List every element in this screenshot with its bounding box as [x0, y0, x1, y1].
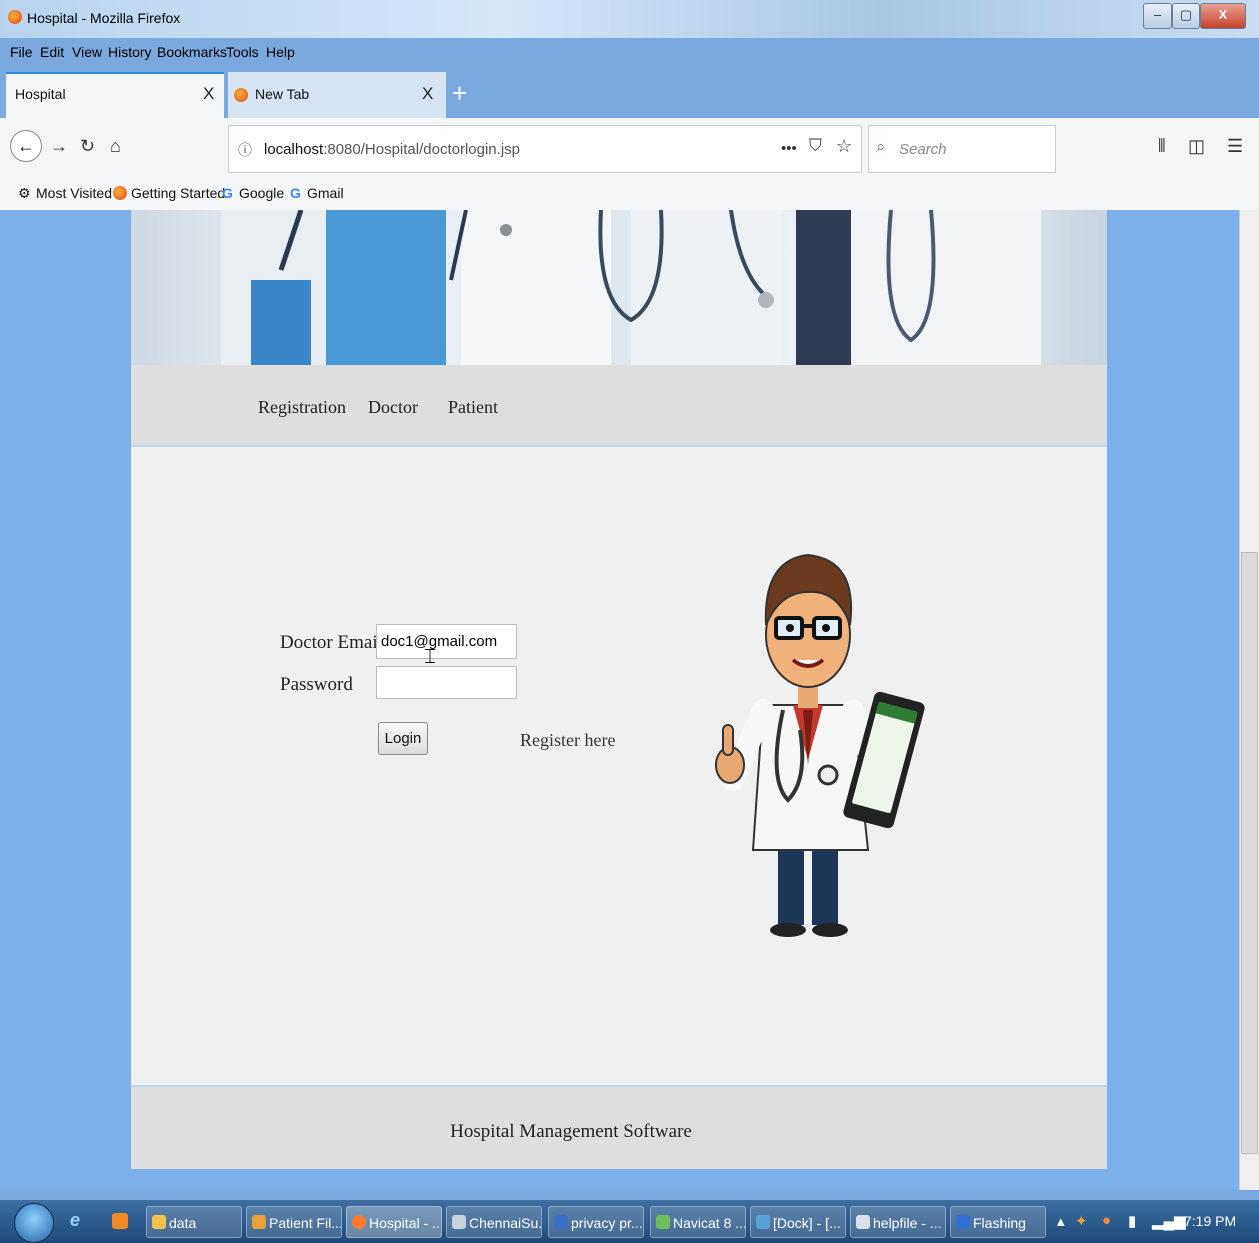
bookmark-star-icon[interactable]: ☆ — [836, 136, 852, 157]
nav-registration-link[interactable]: Registration — [258, 397, 346, 418]
tab-hospital-close-icon[interactable]: X — [203, 84, 214, 104]
register-link[interactable]: Register here — [520, 730, 615, 751]
firefox-icon — [113, 186, 127, 200]
doctors-banner-illustration — [221, 210, 1041, 365]
password-label: Password — [280, 674, 353, 695]
email-label: Doctor Email — [280, 632, 383, 653]
nav-patient-link[interactable]: Patient — [448, 397, 498, 418]
taskbar-item-chennai[interactable]: ChennaiSu... — [446, 1206, 542, 1238]
tray-firefox-icon[interactable]: ● — [1102, 1212, 1111, 1229]
email-field[interactable] — [376, 624, 517, 659]
close-window-button[interactable]: X — [1200, 3, 1246, 29]
taskbar-item-navicat[interactable]: Navicat 8 ... — [650, 1206, 746, 1238]
taskbar-item-privacy[interactable]: privacy pr... — [548, 1206, 644, 1238]
page-actions-icon[interactable]: ••• — [781, 140, 797, 157]
bookmark-google[interactable]: Google — [239, 185, 284, 201]
menu-view[interactable]: View — [72, 44, 102, 60]
taskbar-item-data[interactable]: data — [146, 1206, 242, 1238]
google-icon: G — [222, 185, 233, 201]
url-text[interactable]: localhost:8080/Hospital/doctorlogin.jsp — [264, 141, 520, 158]
bookmark-getting-started[interactable]: Getting Started — [131, 185, 225, 201]
menu-edit[interactable]: Edit — [40, 44, 64, 60]
menu-tools[interactable]: Tools — [226, 44, 259, 60]
tab-hospital-label: Hospital — [15, 86, 66, 102]
menu-history[interactable]: History — [108, 44, 152, 60]
power-icon[interactable]: ▮ — [1128, 1212, 1136, 1230]
tray-app-icon[interactable]: ✦ — [1075, 1212, 1088, 1230]
firefox-icon — [234, 88, 248, 102]
login-button[interactable]: Login — [378, 722, 428, 755]
google-icon: G — [290, 185, 301, 201]
search-bar[interactable] — [868, 125, 1056, 173]
maximize-button[interactable]: ▢ — [1172, 3, 1200, 29]
tray-expand-icon[interactable]: ▴ — [1057, 1212, 1065, 1230]
start-button-icon[interactable] — [14, 1203, 54, 1243]
bookmark-most-visited[interactable]: Most Visited — [36, 185, 112, 201]
scrollbar-thumb[interactable] — [1241, 552, 1258, 1154]
home-icon[interactable]: ⌂ — [110, 136, 121, 157]
hamburger-menu-icon[interactable]: ☰ — [1227, 136, 1243, 157]
bookmark-gmail[interactable]: Gmail — [307, 185, 344, 201]
sidebar-icon[interactable]: ◫ — [1188, 136, 1205, 157]
new-tab-plus-icon[interactable]: + — [452, 78, 467, 109]
menu-file[interactable]: File — [10, 44, 33, 60]
forward-arrow-icon[interactable]: → — [50, 136, 68, 157]
media-player-icon[interactable] — [112, 1213, 128, 1229]
internet-explorer-icon[interactable]: e — [70, 1210, 80, 1231]
menu-bookmarks[interactable]: Bookmarks — [157, 44, 227, 60]
footer-text: Hospital Management Software — [450, 1121, 692, 1142]
minimize-button[interactable]: – — [1143, 3, 1172, 29]
taskbar-item-dock[interactable]: [Dock] - [... — [750, 1206, 846, 1238]
header-banner-image — [131, 210, 1107, 365]
system-clock[interactable]: 7:19 PM — [1184, 1213, 1236, 1229]
window-titlebar — [0, 0, 1259, 38]
reload-icon[interactable]: ↻ — [80, 136, 95, 157]
tab-new-tab-close-icon[interactable]: X — [422, 84, 433, 104]
pocket-icon[interactable]: ⛉ — [809, 136, 822, 156]
search-icon: ⌕ — [876, 137, 886, 156]
password-field[interactable] — [376, 666, 517, 699]
window-title: Hospital - Mozilla Firefox — [27, 10, 181, 26]
search-input[interactable]: Search — [899, 141, 947, 158]
menu-help[interactable]: Help — [266, 44, 295, 60]
mouse-cursor-icon: ⌶ — [424, 646, 436, 668]
taskbar-item-helpfile[interactable]: helpfile - ... — [850, 1206, 946, 1238]
back-arrow-icon[interactable]: ← — [10, 130, 42, 162]
nav-doctor-link[interactable]: Doctor — [368, 397, 418, 418]
network-signal-icon[interactable]: ▂▄▆ — [1152, 1212, 1186, 1230]
firefox-icon — [8, 10, 22, 24]
gear-icon: ⚙ — [18, 185, 31, 201]
doctor-cartoon-illustration — [715, 553, 925, 937]
info-icon[interactable]: ⓘ — [238, 140, 252, 160]
tab-new-tab-label: New Tab — [255, 86, 310, 102]
taskbar-item-hospital[interactable]: Hospital - ... — [346, 1206, 442, 1238]
library-icon[interactable]: ⫴ — [1158, 136, 1166, 157]
taskbar-item-patient-file[interactable]: Patient Fil... — [246, 1206, 342, 1238]
taskbar-item-flashing[interactable]: Flashing — [950, 1206, 1046, 1238]
login-content-area — [131, 447, 1107, 1085]
